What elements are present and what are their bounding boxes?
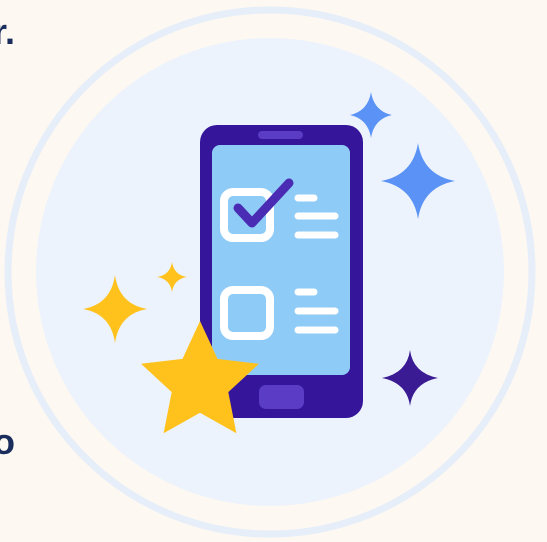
phone-screen — [212, 145, 350, 375]
phone-speaker — [258, 131, 303, 139]
phone-home-button — [259, 385, 304, 409]
page: r. o — [0, 0, 547, 542]
mobile-checklist-illustration — [4, 6, 536, 538]
